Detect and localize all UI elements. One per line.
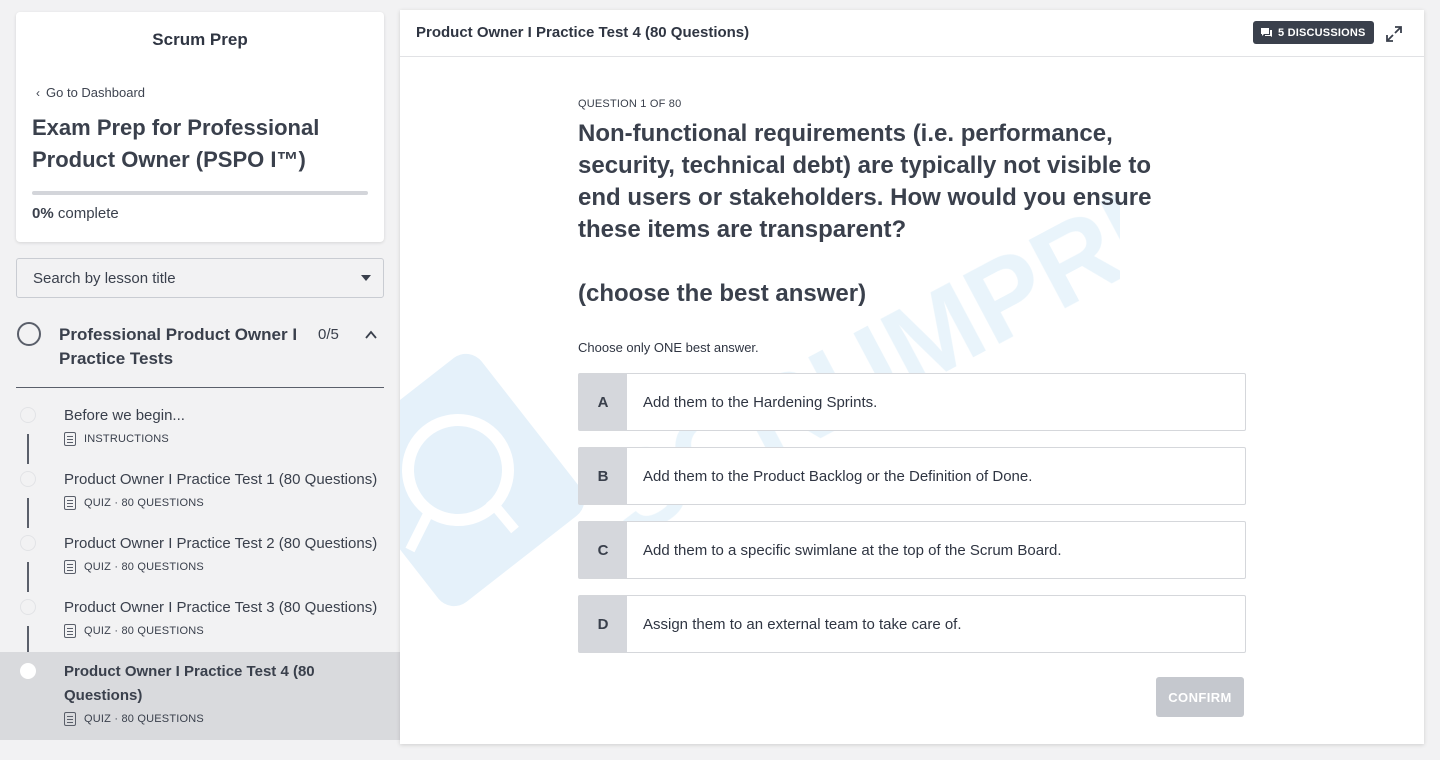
- answer-option-a[interactable]: A Add them to the Hardening Sprints.: [578, 373, 1246, 431]
- quiz-icon: [64, 560, 76, 574]
- answer-letter: C: [579, 522, 627, 578]
- answer-option-c[interactable]: C Add them to a specific swimlane at the…: [578, 521, 1246, 579]
- question-subtext: (choose the best answer): [578, 280, 867, 307]
- lesson-connector: [27, 562, 29, 592]
- document-icon: [64, 432, 76, 446]
- lesson-status-dot-icon: [20, 407, 36, 423]
- question-counter: QUESTION 1 OF 80: [578, 98, 682, 110]
- lesson-item-active[interactable]: Product Owner I Practice Test 4 (80 Ques…: [0, 652, 400, 740]
- lesson-title: Product Owner I Practice Test 3 (80 Ques…: [64, 599, 378, 616]
- lesson-meta: QUIZ · 80 QUESTIONS: [64, 560, 204, 574]
- answer-letter: D: [579, 596, 627, 652]
- lesson-search-select[interactable]: Search by lesson title: [16, 258, 384, 298]
- lesson-content-panel: SCRUMPREP Product Owner I Practice Test …: [400, 10, 1424, 744]
- chat-bubble-icon: [1261, 27, 1272, 37]
- answer-option-b[interactable]: B Add them to the Product Backlog or the…: [578, 447, 1246, 505]
- chapter-progress-count: 0/5: [318, 326, 339, 343]
- lesson-meta-text: QUIZ · 80 QUESTIONS: [84, 561, 204, 573]
- lesson-meta: QUIZ · 80 QUESTIONS: [64, 496, 204, 510]
- lesson-meta: QUIZ · 80 QUESTIONS: [64, 712, 204, 726]
- answer-letter: B: [579, 448, 627, 504]
- lesson-meta-text: INSTRUCTIONS: [84, 433, 169, 445]
- confirm-button[interactable]: CONFIRM: [1156, 677, 1244, 717]
- lesson-item[interactable]: Product Owner I Practice Test 1 (80 Ques…: [0, 464, 400, 528]
- lesson-title: Before we begin...: [64, 407, 185, 424]
- expand-icon[interactable]: [1384, 24, 1404, 44]
- question-block: QUESTION 1 OF 80 Non-functional requirem…: [578, 98, 1248, 310]
- question-text: Non-functional requirements (i.e. perfor…: [578, 120, 1152, 243]
- progress-bar: [32, 191, 368, 195]
- lesson-title: Product Owner I Practice Test 2 (80 Ques…: [64, 535, 378, 552]
- lesson-item[interactable]: Product Owner I Practice Test 3 (80 Ques…: [0, 592, 400, 656]
- lesson-meta: QUIZ · 80 QUESTIONS: [64, 624, 204, 638]
- lesson-connector: [27, 498, 29, 528]
- progress-suffix: complete: [57, 205, 119, 222]
- lesson-status-dot-icon: [20, 663, 36, 679]
- lesson-meta-text: QUIZ · 80 QUESTIONS: [84, 713, 204, 725]
- back-link-label: Go to Dashboard: [46, 85, 146, 100]
- answer-letter: A: [579, 374, 627, 430]
- quiz-icon: [64, 496, 76, 510]
- lesson-list: Before we begin... INSTRUCTIONS Product …: [0, 400, 400, 740]
- lesson-item[interactable]: Product Owner I Practice Test 2 (80 Ques…: [0, 528, 400, 592]
- answer-text: Add them to the Hardening Sprints.: [643, 393, 878, 411]
- lesson-status-dot-icon: [20, 471, 36, 487]
- quiz-icon: [64, 712, 76, 726]
- lesson-item[interactable]: Before we begin... INSTRUCTIONS: [0, 400, 400, 464]
- lesson-status-dot-icon: [20, 599, 36, 615]
- progress-text: 0% complete: [32, 205, 119, 222]
- answer-instruction: Choose only ONE best answer.: [578, 340, 759, 355]
- chapter-status-circle-icon: [17, 322, 41, 346]
- answer-option-d[interactable]: D Assign them to an external team to tak…: [578, 595, 1246, 653]
- chevron-left-icon: ‹: [36, 85, 40, 100]
- discussions-button[interactable]: 5 DISCUSSIONS: [1253, 21, 1374, 44]
- lesson-meta-text: QUIZ · 80 QUESTIONS: [84, 497, 204, 509]
- lesson-meta-text: QUIZ · 80 QUESTIONS: [84, 625, 204, 637]
- course-card: Scrum Prep ‹ Go to Dashboard Exam Prep f…: [16, 12, 384, 242]
- lesson-topbar: Product Owner I Practice Test 4 (80 Ques…: [400, 10, 1424, 57]
- site-name[interactable]: Scrum Prep: [16, 30, 384, 50]
- answer-text: Add them to a specific swimlane at the t…: [643, 541, 1062, 559]
- answer-text: Assign them to an external team to take …: [643, 615, 962, 633]
- chevron-up-icon[interactable]: [364, 328, 378, 342]
- caret-down-icon: [361, 275, 371, 281]
- progress-percent: 0%: [32, 205, 54, 222]
- quiz-icon: [64, 624, 76, 638]
- chapter-title: Professional Product Owner I Practice Te…: [59, 325, 298, 368]
- chapter-header[interactable]: Professional Product Owner I Practice Te…: [16, 316, 384, 388]
- lesson-connector: [27, 434, 29, 464]
- lesson-search-placeholder: Search by lesson title: [33, 269, 176, 287]
- answer-text: Add them to the Product Backlog or the D…: [643, 467, 1033, 485]
- lesson-header-title: Product Owner I Practice Test 4 (80 Ques…: [416, 24, 750, 41]
- lesson-status-dot-icon: [20, 535, 36, 551]
- discussions-label: 5 DISCUSSIONS: [1278, 26, 1366, 39]
- lesson-title: Product Owner I Practice Test 4 (80 Ques…: [64, 663, 315, 704]
- lesson-meta: INSTRUCTIONS: [64, 432, 169, 446]
- lesson-title: Product Owner I Practice Test 1 (80 Ques…: [64, 471, 378, 488]
- go-to-dashboard-link[interactable]: ‹ Go to Dashboard: [36, 85, 145, 100]
- course-title: Exam Prep for Professional Product Owner…: [32, 115, 320, 172]
